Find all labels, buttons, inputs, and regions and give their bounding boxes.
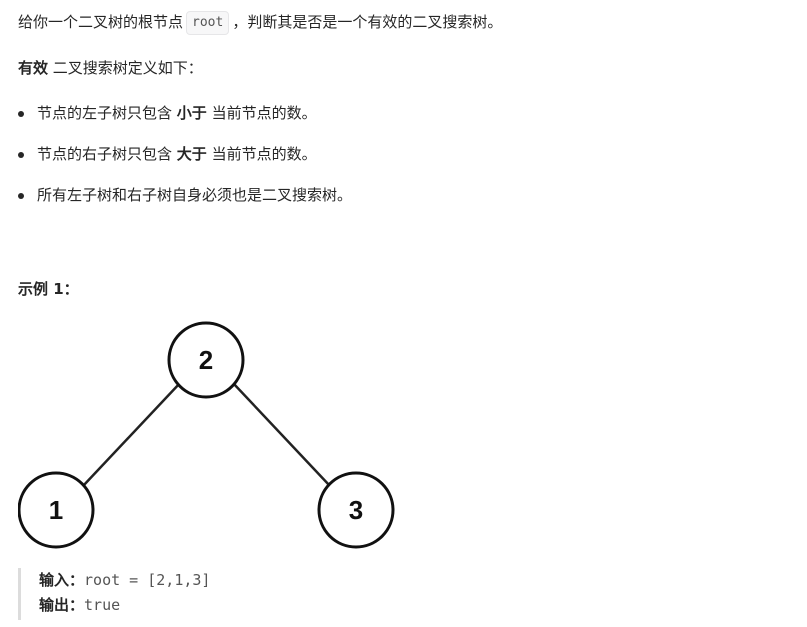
input-line: 输入：root = [2,1,3] bbox=[39, 568, 210, 593]
rule-bold: 大于 bbox=[176, 145, 207, 163]
example-tree-image: 2 1 3 bbox=[18, 321, 395, 549]
output-label: 输出： bbox=[39, 596, 85, 614]
inline-code-root: root bbox=[186, 10, 230, 35]
example-io-block: 输入：root = [2,1,3] 输出：true bbox=[18, 568, 210, 620]
node-label: 1 bbox=[49, 495, 63, 525]
rule-text: 当前节点的数。 bbox=[206, 145, 317, 163]
definition-paragraph: 有效 二叉搜索树定义如下： bbox=[18, 55, 203, 81]
edge-root-right bbox=[232, 382, 331, 487]
rule-item: 节点的右子树只包含 大于 当前节点的数。 bbox=[18, 141, 352, 167]
definition-text: 二叉搜索树定义如下： bbox=[48, 59, 203, 77]
intro-text-after: ，判断其是否是一个有效的二叉搜索树。 bbox=[232, 13, 503, 31]
tree-node-root: 2 bbox=[167, 321, 245, 399]
intro-text-before: 给你一个二叉树的根节点 bbox=[18, 13, 184, 31]
rule-bold: 小于 bbox=[176, 104, 207, 122]
rule-text: 节点的左子树只包含 bbox=[37, 104, 177, 122]
rule-item: 节点的左子树只包含 小于 当前节点的数。 bbox=[18, 100, 352, 126]
tree-node-left: 1 bbox=[18, 471, 95, 549]
example-title: 示例 1： bbox=[18, 280, 79, 298]
output-value: true bbox=[84, 596, 121, 614]
node-label: 3 bbox=[349, 495, 363, 525]
rule-text: 当前节点的数。 bbox=[206, 104, 317, 122]
rule-text: 所有左子树和右子树自身必须也是二叉搜索树。 bbox=[37, 186, 353, 204]
node-label: 2 bbox=[199, 345, 213, 375]
rules-list: 节点的左子树只包含 小于 当前节点的数。 节点的右子树只包含 大于 当前节点的数… bbox=[18, 100, 352, 223]
definition-bold: 有效 bbox=[18, 59, 49, 77]
input-value: root = [2,1,3] bbox=[84, 571, 211, 589]
tree-node-right: 3 bbox=[317, 471, 395, 549]
input-label: 输入： bbox=[39, 571, 85, 589]
rule-item: 所有左子树和右子树自身必须也是二叉搜索树。 bbox=[18, 182, 352, 208]
rule-text: 节点的右子树只包含 bbox=[37, 145, 177, 163]
edge-root-left bbox=[82, 382, 181, 487]
intro-paragraph: 给你一个二叉树的根节点 root ，判断其是否是一个有效的二叉搜索树。 bbox=[18, 9, 502, 35]
output-line: 输出：true bbox=[39, 593, 210, 618]
